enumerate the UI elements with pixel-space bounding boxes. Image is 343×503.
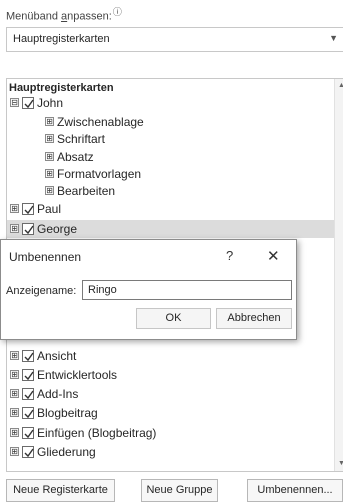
tree-scrollbar[interactable]: ▲ ▼ [334,79,343,471]
display-name-input[interactable]: Ringo [82,280,292,300]
scroll-down-icon[interactable]: ▼ [335,457,343,471]
expand-icon[interactable]: ⊞ [10,204,19,214]
dialog-title: Umbenennen [9,250,82,264]
tree-item-john[interactable]: ⊟ John [7,94,336,112]
checkbox-checked-icon[interactable] [22,202,34,215]
new-tab-button[interactable]: Neue Registerkarte [6,479,115,502]
close-icon[interactable]: ✕ [267,247,280,265]
tree-item-label: Entwicklertools [37,368,118,382]
checkbox-checked-icon[interactable] [22,368,34,381]
tree-item-label: Absatz [57,150,94,164]
tree-item-label: Bearbeiten [57,184,116,198]
expand-icon[interactable]: ⊞ [45,134,54,144]
tree-item-schriftart[interactable]: ⊞ Schriftart [7,130,336,148]
expand-icon[interactable]: ⊞ [10,428,19,438]
expand-icon[interactable]: ⊞ [10,389,19,399]
tree-item-label: John [37,96,64,110]
new-group-button[interactable]: Neue Gruppe [141,479,218,502]
tree-item-absatz[interactable]: ⊞ Absatz [7,148,336,166]
tree-item-label: Schriftart [57,132,106,146]
tree-item-blogbeitrag[interactable]: ⊞ Blogbeitrag [7,404,336,422]
rename-button[interactable]: Umbenennen... [247,479,343,502]
expand-icon[interactable]: ⊞ [10,370,19,380]
tree-item-label: Einfügen (Blogbeitrag) [37,426,157,440]
tree-item-label: Add-Ins [37,387,79,401]
ok-button[interactable]: OK [136,308,211,329]
tree-item-einfuegen-blogbeitrag[interactable]: ⊞ Einfügen (Blogbeitrag) [7,424,336,442]
tree-item-zwischenablage[interactable]: ⊞ Zwischenablage [7,113,336,131]
tree-item-label: George [37,222,78,236]
tree-item-label: Ansicht [37,349,77,363]
checkbox-checked-icon[interactable] [22,349,34,362]
customize-ribbon-label: Menüband anpassen:ⓘ [6,7,122,23]
tree-item-label: Blogbeitrag [37,406,98,420]
tree-item-label: Paul [37,202,62,216]
tree-item-label: Formatvorlagen [57,167,142,181]
display-name-label: Anzeigename: [6,285,77,297]
expand-icon[interactable]: ⊞ [45,186,54,196]
tree-item-add-ins[interactable]: ⊞ Add-Ins [7,385,336,403]
help-icon[interactable]: ? [226,248,233,263]
tree-item-paul[interactable]: ⊞ Paul [7,200,336,218]
checkbox-checked-icon[interactable] [22,426,34,439]
chevron-down-icon: ▼ [329,33,338,43]
cancel-button[interactable]: Abbrechen [216,308,292,329]
tree-item-entwicklertools[interactable]: ⊞ Entwicklertools [7,366,336,384]
info-icon: ⓘ [112,7,122,17]
expand-icon[interactable]: ⊞ [10,447,19,457]
tree-item-bearbeiten[interactable]: ⊞ Bearbeiten [7,182,336,200]
collapse-icon[interactable]: ⊟ [10,98,19,108]
scroll-up-icon[interactable]: ▲ [335,79,343,93]
expand-icon[interactable]: ⊞ [10,351,19,361]
checkbox-checked-icon[interactable] [22,406,34,419]
tree-item-george[interactable]: ⊞ George [7,220,336,238]
ribbon-type-dropdown[interactable]: Hauptregisterkarten ▼ [6,27,343,52]
expand-icon[interactable]: ⊞ [45,152,54,162]
checkbox-checked-icon[interactable] [22,96,34,109]
checkbox-checked-icon[interactable] [22,387,34,400]
tree-item-label: Gliederung [37,445,96,459]
expand-icon[interactable]: ⊞ [45,117,54,127]
checkbox-checked-icon[interactable] [22,222,34,235]
rename-dialog[interactable]: Umbenennen ? ✕ Anzeigename: Ringo OK Abb… [0,239,297,340]
dropdown-value: Hauptregisterkarten [13,33,110,45]
tree-item-ansicht[interactable]: ⊞ Ansicht [7,347,336,365]
checkbox-checked-icon[interactable] [22,445,34,458]
expand-icon[interactable]: ⊞ [10,224,19,234]
tree-item-formatvorlagen[interactable]: ⊞ Formatvorlagen [7,165,336,183]
tree-item-label: Zwischenablage [57,115,144,129]
expand-icon[interactable]: ⊞ [45,169,54,179]
tree-item-gliederung[interactable]: ⊞ Gliederung [7,443,336,461]
expand-icon[interactable]: ⊞ [10,408,19,418]
